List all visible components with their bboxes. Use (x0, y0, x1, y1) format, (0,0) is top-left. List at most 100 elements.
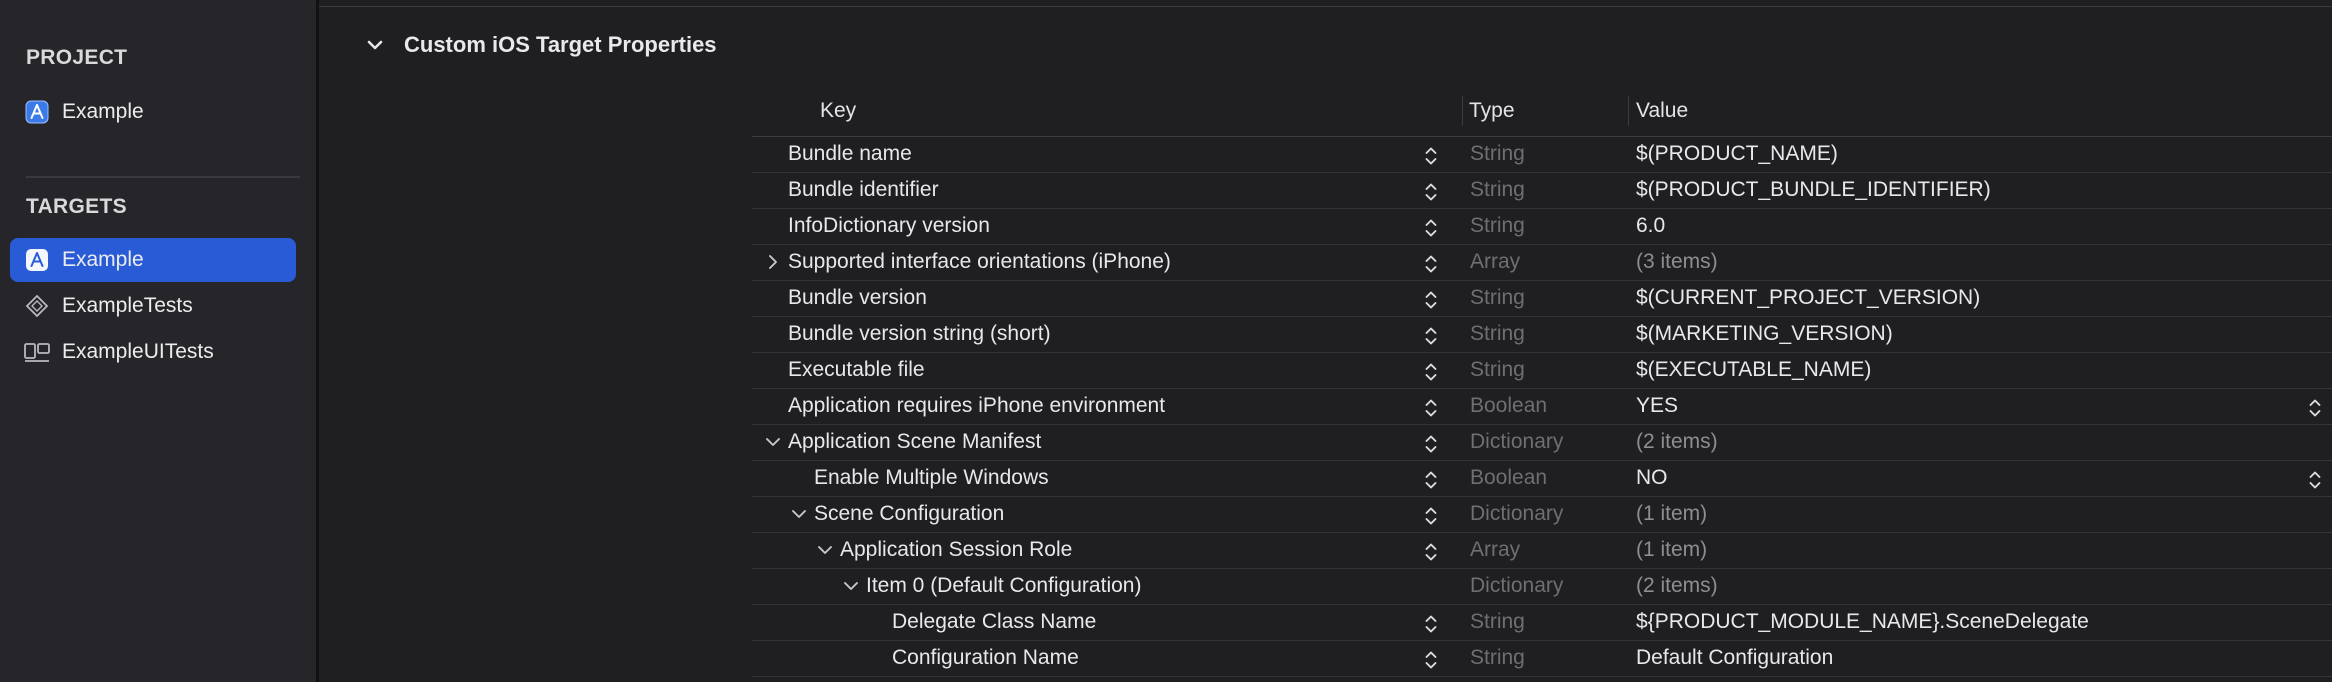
table-row[interactable]: Application Scene Manifest Dictionary (2 i… (752, 425, 2332, 461)
row-type[interactable]: String (1470, 142, 1525, 166)
sidebar-item-target-exampleuitests[interactable]: ExampleUITests (10, 330, 296, 374)
chevron-down-icon[interactable] (791, 506, 807, 522)
row-type[interactable]: Dictionary (1470, 502, 1563, 526)
row-value[interactable]: Default Configuration (1636, 646, 1833, 670)
row-value[interactable]: YES (1636, 394, 1678, 418)
table-row[interactable]: Application Session Role Array (1 item) (752, 533, 2332, 569)
key-stepper-icon[interactable] (1424, 217, 1438, 239)
row-type[interactable]: Boolean (1470, 394, 1547, 418)
row-key[interactable]: Configuration Name (892, 646, 1079, 670)
key-stepper-icon[interactable] (1424, 289, 1438, 311)
table-row[interactable]: InfoDictionary version String 6.0 (752, 209, 2332, 245)
row-value[interactable]: $(PRODUCT_NAME) (1636, 142, 1838, 166)
key-stepper-icon[interactable] (1424, 541, 1438, 563)
row-value[interactable]: $(EXECUTABLE_NAME) (1636, 358, 1871, 382)
key-stepper-icon[interactable] (1424, 253, 1438, 275)
row-type[interactable]: String (1470, 358, 1525, 382)
column-header-value[interactable]: Value (1636, 99, 1688, 123)
row-type[interactable]: String (1470, 646, 1525, 670)
key-stepper-icon[interactable] (1424, 649, 1438, 671)
column-divider (1462, 96, 1463, 126)
table-row[interactable]: Supported interface orientations (iPhone… (752, 245, 2332, 281)
row-value[interactable]: (1 item) (1636, 538, 1707, 562)
row-key[interactable]: Item 0 (Default Configuration) (866, 574, 1141, 598)
value-stepper-icon[interactable] (2308, 397, 2322, 419)
row-key[interactable]: Bundle version (788, 286, 927, 310)
row-type[interactable]: Boolean (1470, 466, 1547, 490)
column-header-key[interactable]: Key (820, 99, 856, 123)
key-stepper-icon[interactable] (1424, 361, 1438, 383)
row-type[interactable]: Dictionary (1470, 430, 1563, 454)
value-stepper-icon[interactable] (2308, 469, 2322, 491)
row-type[interactable]: Array (1470, 250, 1520, 274)
row-value[interactable]: (3 items) (1636, 250, 1718, 274)
row-type[interactable]: Dictionary (1470, 574, 1563, 598)
row-key[interactable]: InfoDictionary version (788, 214, 990, 238)
ui-test-icon (24, 339, 50, 365)
chevron-down-icon[interactable] (817, 542, 833, 558)
sidebar-item-label: Example (62, 248, 144, 271)
sidebar-item-label: ExampleUITests (62, 340, 214, 363)
table-row[interactable]: Item 0 (Default Configuration) Dictionary… (752, 569, 2332, 605)
row-type[interactable]: String (1470, 214, 1525, 238)
row-type[interactable]: String (1470, 178, 1525, 202)
row-key[interactable]: Bundle name (788, 142, 912, 166)
column-header-type[interactable]: Type (1469, 99, 1515, 123)
row-key[interactable]: Application requires iPhone environment (788, 394, 1165, 418)
top-divider (319, 6, 2332, 7)
table-row[interactable]: Application requires iPhone environment B… (752, 389, 2332, 425)
row-type[interactable]: String (1470, 322, 1525, 346)
row-key[interactable]: Bundle identifier (788, 178, 939, 202)
key-stepper-icon[interactable] (1424, 433, 1438, 455)
row-key[interactable]: Executable file (788, 358, 925, 382)
key-stepper-icon[interactable] (1424, 325, 1438, 347)
table-row[interactable]: Enable Multiple Windows Boolean NO (752, 461, 2332, 497)
row-type[interactable]: Array (1470, 538, 1520, 562)
row-value[interactable]: NO (1636, 466, 1668, 490)
table-row[interactable]: Scene Configuration Dictionary (1 item) (752, 497, 2332, 533)
section-header[interactable]: Custom iOS Target Properties (362, 32, 717, 58)
chevron-right-icon[interactable] (765, 254, 781, 270)
sidebar-item-project-example[interactable]: Example (10, 90, 296, 134)
table-header: Key Type Value (752, 90, 2332, 137)
key-stepper-icon[interactable] (1424, 145, 1438, 167)
table-row[interactable]: Bundle name String $(PRODUCT_NAME) (752, 137, 2332, 173)
row-key[interactable]: Delegate Class Name (892, 610, 1096, 634)
key-stepper-icon[interactable] (1424, 469, 1438, 491)
key-stepper-icon[interactable] (1424, 505, 1438, 527)
row-key[interactable]: Bundle version string (short) (788, 322, 1051, 346)
table-row[interactable]: Configuration Name String Default Configur… (752, 641, 2332, 677)
row-key[interactable]: Enable Multiple Windows (814, 466, 1049, 490)
row-value[interactable]: ${PRODUCT_MODULE_NAME}.SceneDelegate (1636, 610, 2089, 634)
table-row[interactable]: Bundle version String $(CURRENT_PROJECT_VE… (752, 281, 2332, 317)
row-key[interactable]: Supported interface orientations (iPhone… (788, 250, 1171, 274)
row-value[interactable]: $(PRODUCT_BUNDLE_IDENTIFIER) (1636, 178, 1991, 202)
info-plist-table: Key Type Value Bundle name String $(PRODUC… (752, 90, 2332, 677)
sidebar-item-label: Example (62, 100, 144, 123)
row-value[interactable]: (2 items) (1636, 430, 1718, 454)
key-stepper-icon[interactable] (1424, 613, 1438, 635)
table-row[interactable]: Bundle identifier String $(PRODUCT_BUNDLE_… (752, 173, 2332, 209)
row-value[interactable]: $(MARKETING_VERSION) (1636, 322, 1893, 346)
row-key[interactable]: Application Session Role (840, 538, 1072, 562)
table-row[interactable]: Delegate Class Name String ${PRODUCT_MODUL… (752, 605, 2332, 641)
row-value[interactable]: $(CURRENT_PROJECT_VERSION) (1636, 286, 1980, 310)
row-key[interactable]: Application Scene Manifest (788, 430, 1041, 454)
sidebar-item-target-exampletests[interactable]: ExampleTests (10, 284, 296, 328)
key-stepper-icon[interactable] (1424, 397, 1438, 419)
row-value[interactable]: 6.0 (1636, 214, 1665, 238)
row-type[interactable]: String (1470, 286, 1525, 310)
sidebar-item-target-example[interactable]: Example (10, 238, 296, 282)
table-row[interactable]: Bundle version string (short) String $(MAR… (752, 317, 2332, 353)
chevron-down-icon[interactable] (765, 434, 781, 450)
row-key[interactable]: Scene Configuration (814, 502, 1004, 526)
chevron-down-icon[interactable] (843, 578, 859, 594)
row-value[interactable]: (1 item) (1636, 502, 1707, 526)
chevron-down-icon[interactable] (362, 32, 388, 58)
row-type[interactable]: String (1470, 610, 1525, 634)
row-value[interactable]: (2 items) (1636, 574, 1718, 598)
project-section-title: PROJECT (26, 46, 128, 69)
key-stepper-icon[interactable] (1424, 181, 1438, 203)
table-row[interactable]: Executable file String $(EXECUTABLE_NAME) (752, 353, 2332, 389)
sidebar-item-label: ExampleTests (62, 294, 193, 317)
